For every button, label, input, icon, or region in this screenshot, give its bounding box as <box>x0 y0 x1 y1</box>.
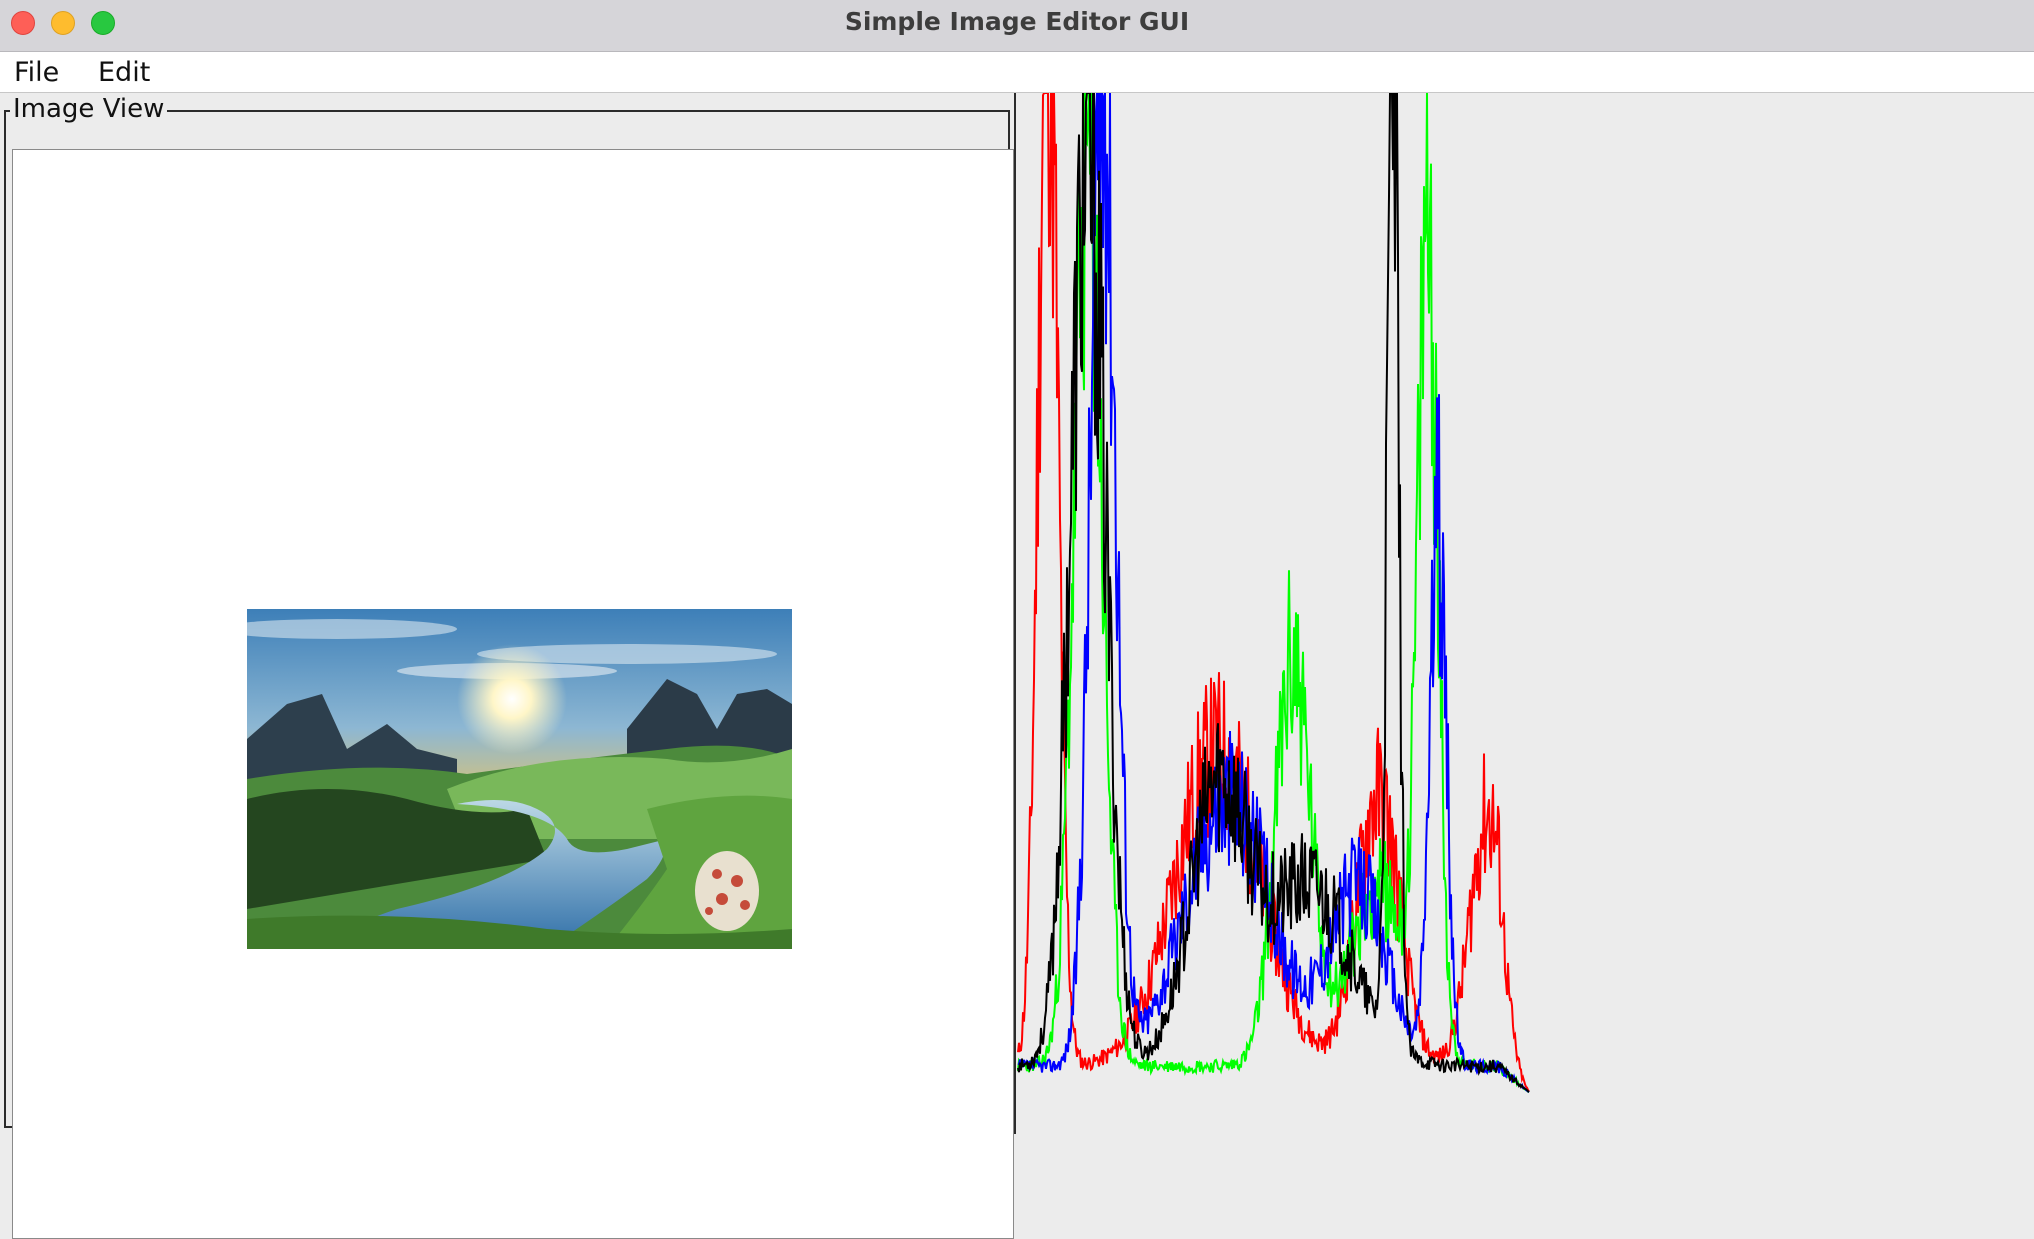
menu-bar: File Edit <box>0 52 2034 93</box>
app-window: Simple Image Editor GUI File Edit Image … <box>0 0 2034 1239</box>
menu-edit[interactable]: Edit <box>98 52 150 92</box>
histogram-panel <box>1016 93 2034 1134</box>
title-bar[interactable]: Simple Image Editor GUI <box>0 0 2034 52</box>
menu-file[interactable]: File <box>14 52 59 92</box>
window-title: Simple Image Editor GUI <box>844 7 1190 36</box>
image-view-label: Image View <box>10 93 168 125</box>
image-canvas[interactable] <box>12 149 1014 1239</box>
image-pane: Image View <box>0 93 1014 1239</box>
image-view-group <box>4 110 1014 1239</box>
loaded-image <box>247 609 792 949</box>
